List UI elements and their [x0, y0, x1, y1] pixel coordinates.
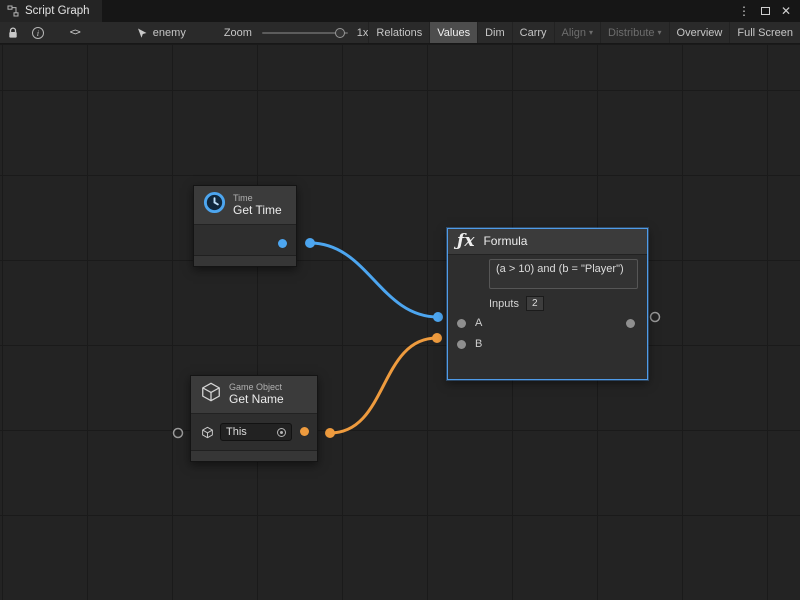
tab-title: Script Graph — [25, 5, 90, 17]
node-get-time[interactable]: Time Get Time — [193, 185, 297, 267]
object-picker-icon[interactable] — [277, 428, 286, 437]
maximize-icon — [761, 7, 770, 15]
chevron-down-icon: ▾ — [658, 28, 662, 37]
dim-button[interactable]: Dim — [477, 22, 512, 43]
formula-input-b-label: B — [475, 338, 482, 350]
get-name-output-port[interactable] — [300, 427, 309, 436]
cube-icon — [200, 381, 222, 408]
get-name-target-value: This — [226, 426, 247, 438]
connection-start-dot-orange — [325, 428, 335, 438]
script-graph-icon — [7, 5, 19, 17]
close-button[interactable]: ✕ — [777, 2, 795, 20]
connection-end-dot-blue — [433, 312, 443, 322]
get-time-category: Time — [233, 193, 282, 203]
chevron-down-icon: ▾ — [589, 28, 593, 37]
lock-icon[interactable] — [8, 27, 18, 39]
get-time-body — [194, 225, 296, 255]
tab-script-graph[interactable]: Script Graph — [0, 0, 102, 22]
full-screen-label: Full Screen — [737, 27, 793, 39]
cube-icon-small — [201, 426, 214, 439]
formula-input-b-port[interactable] — [457, 340, 466, 349]
connection-start-dot-blue — [305, 238, 315, 248]
get-name-category: Game Object — [229, 382, 284, 392]
get-name-footer — [191, 450, 317, 461]
maximize-button[interactable] — [756, 2, 774, 20]
node-formula[interactable]: ƒx Formula (a > 10) and (b = "Player") I… — [447, 228, 648, 380]
window-controls: ⋮ ✕ — [735, 0, 800, 22]
formula-expression-input[interactable]: (a > 10) and (b = "Player") — [489, 259, 638, 289]
relations-label: Relations — [376, 27, 422, 39]
info-icon[interactable]: i — [32, 27, 44, 39]
align-button[interactable]: Align▾ — [554, 22, 600, 43]
graph-canvas[interactable] — [0, 44, 800, 600]
values-button[interactable]: Values — [429, 22, 477, 43]
get-time-footer — [194, 255, 296, 266]
align-label: Align — [562, 27, 586, 39]
get-time-output-port[interactable] — [278, 239, 287, 248]
get-time-header: Time Get Time — [194, 186, 296, 225]
get-name-title: Get Name — [229, 392, 284, 406]
full-screen-button[interactable]: Full Screen — [729, 22, 800, 43]
window-menu-icon[interactable]: ⋮ — [735, 2, 753, 20]
formula-input-a-label: A — [475, 317, 482, 329]
carry-label: Carry — [520, 27, 547, 39]
formula-title: Formula — [483, 234, 527, 248]
relations-button[interactable]: Relations — [368, 22, 429, 43]
graph-name-label[interactable]: enemy — [153, 27, 186, 39]
graph-toolbar: i <> enemy Zoom 1x Relations Values Dim … — [0, 22, 800, 44]
zoom-label: Zoom — [224, 27, 252, 39]
window-titlebar: Script Graph ⋮ ✕ — [0, 0, 800, 22]
formula-port-row-b: B — [448, 334, 647, 355]
formula-inputs-row: Inputs 2 — [489, 294, 647, 313]
overview-label: Overview — [677, 27, 723, 39]
distribute-label: Distribute — [608, 27, 654, 39]
formula-fx-icon: ƒx — [457, 233, 474, 250]
overview-button[interactable]: Overview — [669, 22, 730, 43]
formula-result-port[interactable] — [626, 319, 635, 328]
zoom-value: 1x — [357, 27, 369, 39]
get-name-header: Game Object Get Name — [191, 376, 317, 414]
node-get-name[interactable]: Game Object Get Name This — [190, 375, 318, 462]
graph-pointer-icon — [136, 27, 148, 39]
toolbar-buttons: Relations Values Dim Carry Align▾ Distri… — [368, 22, 800, 43]
zoom-slider-handle[interactable] — [335, 28, 345, 38]
distribute-button[interactable]: Distribute ▾ — [600, 22, 668, 43]
get-time-title: Get Time — [233, 203, 282, 217]
get-name-body: This — [191, 414, 317, 450]
formula-inputs-count[interactable]: 2 — [526, 296, 544, 311]
dim-label: Dim — [485, 27, 505, 39]
formula-header: ƒx Formula — [448, 229, 647, 255]
formula-port-row-a: A — [448, 313, 647, 334]
zoom-slider[interactable] — [262, 32, 348, 34]
clock-icon — [203, 191, 226, 219]
connection-end-dot-orange — [432, 333, 442, 343]
formula-input-a-port[interactable] — [457, 319, 466, 328]
formula-inputs-label: Inputs — [489, 298, 519, 310]
carry-button[interactable]: Carry — [512, 22, 554, 43]
values-label: Values — [437, 27, 470, 39]
code-icon[interactable]: <> — [70, 27, 80, 38]
get-name-target-field[interactable]: This — [220, 423, 292, 441]
